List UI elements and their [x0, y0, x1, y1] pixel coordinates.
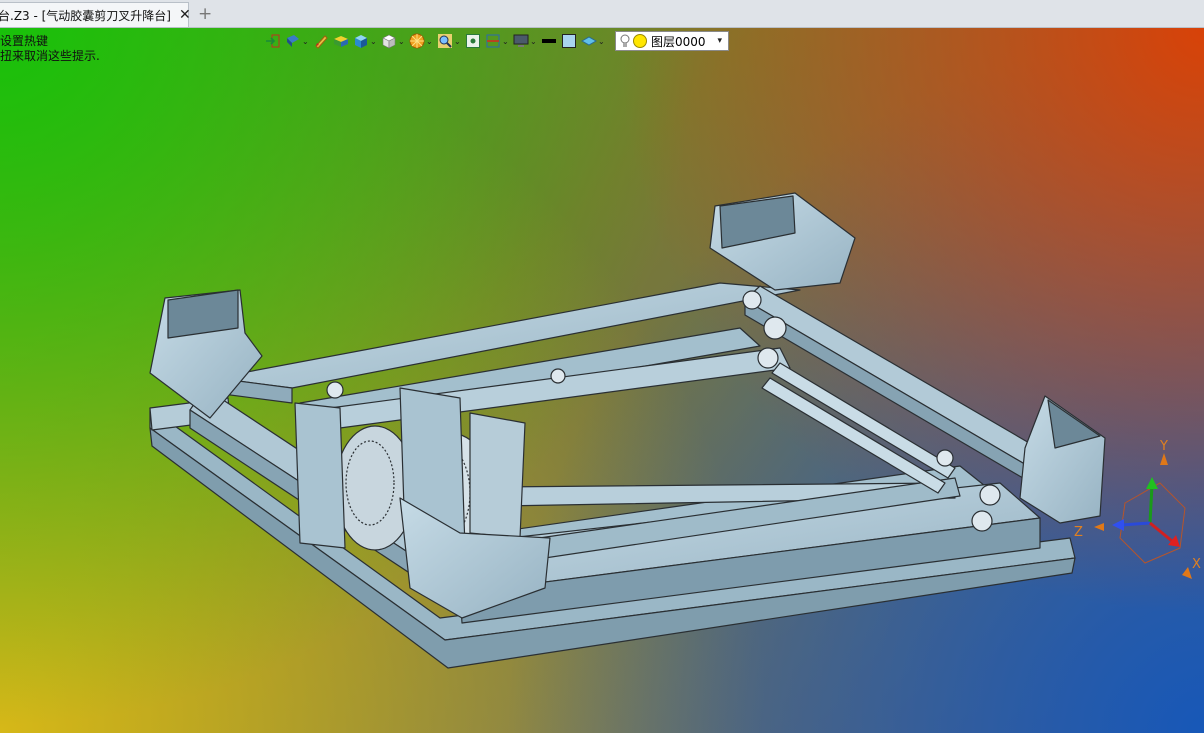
blue-cube-icon	[355, 35, 367, 48]
layer-value: 图层0000	[651, 34, 706, 49]
hint-text: 设置热键 扭来取消这些提示.	[0, 34, 100, 64]
orange-wheel-button[interactable]: ⌄	[409, 31, 433, 51]
display-icon	[513, 34, 529, 47]
cylinder-plate-1	[294, 402, 346, 549]
blue-cube-button[interactable]: ⌄	[353, 31, 377, 51]
black-line-icon	[542, 39, 556, 43]
bearing-4	[979, 484, 1001, 506]
axis-label-y: Y	[1159, 439, 1168, 454]
pencil-icon	[315, 35, 328, 49]
fit-view-icon	[466, 34, 480, 48]
color-button[interactable]	[561, 31, 577, 51]
line-style-button[interactable]	[541, 31, 557, 51]
import-button[interactable]	[265, 31, 281, 51]
axis-triad	[1094, 453, 1192, 579]
shaded-box-icon	[334, 36, 348, 47]
bearing-2	[763, 316, 787, 340]
white-cube-button[interactable]: ⌄	[381, 31, 405, 51]
bearing-7	[936, 449, 954, 467]
color-square-icon	[562, 34, 576, 48]
document-tab[interactable]: 台.Z3 - [气动胶囊剪刀叉升降台] ✕	[0, 2, 191, 27]
new-tab-button[interactable]: +	[198, 4, 212, 24]
hint-line-2: 扭来取消这些提示.	[0, 49, 100, 63]
white-cube-icon	[382, 34, 396, 49]
bearing-6	[550, 368, 566, 384]
section-button[interactable]: ⌄	[485, 31, 509, 51]
layer-plane-icon	[581, 36, 597, 46]
chevron-down-icon: ▾	[717, 36, 722, 46]
bearing-3	[757, 347, 779, 369]
close-tab-icon[interactable]: ✕	[179, 7, 191, 23]
bearing-8	[326, 381, 344, 399]
fit-view-button[interactable]	[465, 31, 481, 51]
layer-color-icon	[633, 34, 647, 48]
display-button[interactable]: ⌄	[513, 31, 537, 51]
layer-plane-button[interactable]: ⌄	[581, 31, 605, 51]
bearing-5	[971, 510, 993, 532]
render-mode-button[interactable]: ⌄	[285, 31, 309, 51]
3d-viewport[interactable]: Y Z X 设置热键 扭来取消这些提示. ⌄ ⌄ ⌄ ⌄ ⌄ ⌄ ⌄ ⌄ 图层0…	[0, 28, 1204, 733]
zoom-icon	[438, 34, 452, 48]
view-toolbar: ⌄ ⌄ ⌄ ⌄ ⌄ ⌄ ⌄ ⌄ 图层0000 ▾	[265, 30, 729, 52]
render-mode-icon	[287, 35, 299, 47]
shaded-box-button[interactable]	[333, 31, 349, 51]
import-icon	[266, 34, 280, 48]
tab-bar: 台.Z3 - [气动胶囊剪刀叉升降台] ✕ +	[0, 0, 1204, 28]
pencil-button[interactable]	[313, 31, 329, 51]
bearing-1	[742, 290, 762, 310]
axis-label-x: X	[1192, 557, 1201, 572]
document-tab-title: 台.Z3 - [气动胶囊剪刀叉升降台]	[0, 8, 171, 23]
axis-label-z: Z	[1074, 525, 1083, 540]
lightbulb-icon	[620, 34, 630, 47]
section-icon	[486, 34, 500, 48]
scissor-lift-model[interactable]: Y Z X	[0, 28, 1204, 733]
orange-wheel-icon	[409, 33, 425, 49]
hint-line-1: 设置热键	[0, 34, 49, 48]
cylinder-plate-3	[469, 412, 526, 539]
layer-dropdown[interactable]: 图层0000 ▾	[615, 31, 729, 51]
zoom-button[interactable]: ⌄	[437, 31, 461, 51]
